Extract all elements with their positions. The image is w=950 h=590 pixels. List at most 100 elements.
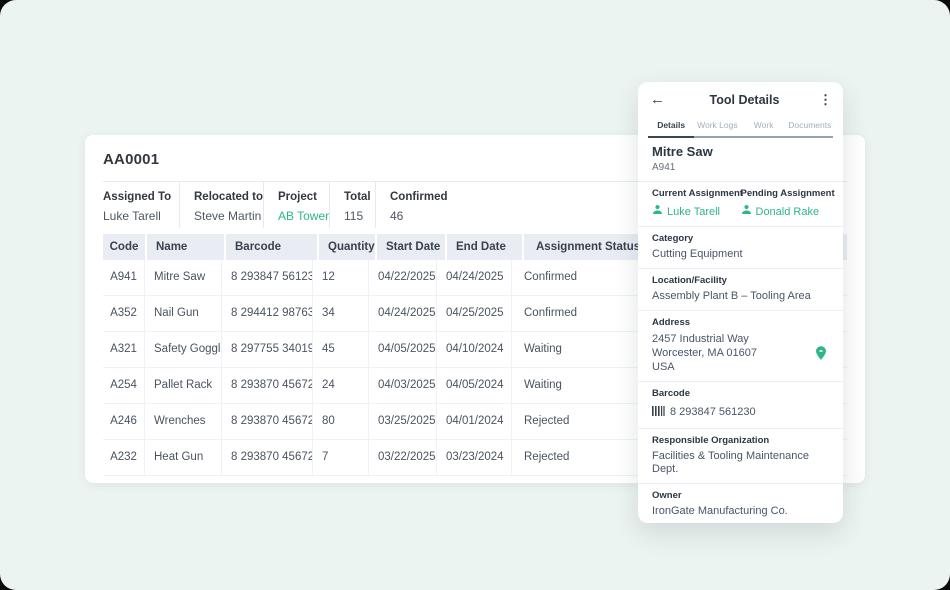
field-label: Owner [652, 490, 829, 502]
table-cell: 04/24/2025 [437, 260, 512, 295]
table-cell: A321 [103, 332, 145, 367]
panel-header: ← Tool Details ⋮ [638, 82, 843, 114]
field-address: Address 2457 Industrial WayWorcester, MA … [638, 311, 843, 382]
meta-field-4: Confirmed 46 [375, 182, 462, 228]
tab-work-logs[interactable]: Work Logs [694, 114, 740, 136]
meta-field-3: Total 115 [329, 182, 375, 228]
table-cell: A941 [103, 260, 145, 295]
column-header-quantity: Quantity [319, 234, 375, 260]
meta-value: Luke Tarell [103, 209, 165, 223]
column-header-name: Name [147, 234, 224, 260]
table-cell: 45 [313, 332, 369, 367]
field-label: Responsible Organization [652, 435, 829, 447]
meta-value[interactable]: AB Tower [278, 209, 315, 223]
address-line: USA [652, 360, 813, 374]
table-cell: 8 294412 987634 [222, 296, 313, 331]
assignments-section: Current Assignment Luke Tarell Pending Ass… [638, 182, 843, 227]
barcode-icon [652, 403, 665, 421]
table-cell: 8 297755 340192 [222, 332, 313, 367]
table-cell: Wrenches [145, 404, 222, 439]
table-cell: 8 293870 456721 [222, 404, 313, 439]
tab-documents[interactable]: Documents [787, 114, 833, 136]
table-cell: 04/24/2025 [369, 296, 437, 331]
meta-label: Project [278, 191, 315, 203]
table-cell: Pallet Rack [145, 368, 222, 403]
app-background: AA0001 Assigned ToLuke TarellRelocated t… [0, 0, 950, 590]
field-location-facility: Location/Facility Assembly Plant B – Tool… [638, 269, 843, 311]
meta-label: Relocated to [194, 191, 249, 203]
table-cell: 03/23/2024 [437, 440, 512, 475]
meta-label: Assigned To [103, 191, 165, 203]
barcode-row: 8 293847 561230 [652, 403, 829, 421]
assignment-column: Pending Assignment Donald Rake [741, 188, 830, 219]
table-cell: A352 [103, 296, 145, 331]
table-cell: 24 [313, 368, 369, 403]
table-cell: A232 [103, 440, 145, 475]
table-cell: 03/22/2025 [369, 440, 437, 475]
meta-label: Confirmed [390, 191, 448, 203]
tool-name-section: Mitre Saw A941 [638, 138, 843, 182]
assignment-label: Current Assignment [652, 188, 741, 200]
table-cell: 8 293870 456721 [222, 440, 313, 475]
panel-title: Tool Details [670, 93, 819, 107]
field-value: Facilities & Tooling Maintenance Dept. [652, 450, 829, 476]
table-cell: 8 293847 561230 [222, 260, 313, 295]
field-responsible-organization: Responsible Organization Facilities & Too… [638, 429, 843, 484]
detail-fields: Category Cutting Equipment Location/Facili… [638, 227, 843, 523]
table-cell: 80 [313, 404, 369, 439]
address-line: Worcester, MA 01607 [652, 346, 813, 360]
field-value: Assembly Plant B – Tooling Area [652, 290, 829, 303]
address-wrap: 2457 Industrial WayWorcester, MA 01607US… [652, 332, 829, 374]
barcode-value: 8 293847 561230 [670, 406, 756, 419]
assignment-column: Current Assignment Luke Tarell [652, 188, 741, 219]
table-cell: 03/25/2025 [369, 404, 437, 439]
field-label: Barcode [652, 388, 829, 400]
table-cell: 04/03/2025 [369, 368, 437, 403]
tool-code: A941 [652, 161, 829, 174]
column-header-barcode: Barcode [226, 234, 317, 260]
table-cell: Nail Gun [145, 296, 222, 331]
meta-field-1: Relocated toSteve Martin [179, 182, 263, 228]
person-icon [741, 204, 752, 219]
meta-field-2: Project AB Tower [263, 182, 329, 228]
person-icon [652, 204, 663, 219]
tool-name: Mitre Saw [652, 144, 829, 160]
assignments-grid: Current Assignment Luke Tarell Pending Ass… [652, 188, 829, 219]
column-header-code: Code [103, 234, 145, 260]
column-header-start-date: Start Date [377, 234, 445, 260]
meta-value: 46 [390, 209, 448, 223]
address-lines: 2457 Industrial WayWorcester, MA 01607US… [652, 332, 813, 374]
field-category: Category Cutting Equipment [638, 227, 843, 269]
tab-details[interactable]: Details [648, 114, 694, 136]
assignee-link[interactable]: Donald Rake [741, 204, 830, 219]
assignment-label: Pending Assignment [741, 188, 830, 200]
table-cell: 8 293870 456721 [222, 368, 313, 403]
table-cell: 34 [313, 296, 369, 331]
column-header-end-date: End Date [447, 234, 522, 260]
field-value: Cutting Equipment [652, 248, 829, 261]
table-cell: 12 [313, 260, 369, 295]
back-icon[interactable]: ← [650, 92, 670, 108]
assignee-link[interactable]: Luke Tarell [652, 204, 741, 219]
assignee-name: Luke Tarell [667, 205, 720, 219]
table-cell: 04/25/2025 [437, 296, 512, 331]
table-cell: Heat Gun [145, 440, 222, 475]
table-cell: 04/05/2025 [369, 332, 437, 367]
table-cell: 04/01/2024 [437, 404, 512, 439]
meta-value: 115 [344, 209, 361, 223]
field-label: Category [652, 233, 829, 245]
tab-work[interactable]: Work [741, 114, 787, 136]
tool-details-panel: ← Tool Details ⋮ DetailsWork LogsWorkDoc… [638, 82, 843, 523]
location-pin-icon[interactable] [813, 345, 829, 361]
table-cell: 04/10/2024 [437, 332, 512, 367]
meta-field-0: Assigned To Luke Tarell [103, 182, 179, 228]
table-cell: 7 [313, 440, 369, 475]
table-cell: Safety Goggles [145, 332, 222, 367]
field-owner: OwnerIronGate Manufacturing Co. [638, 484, 843, 523]
table-cell: A254 [103, 368, 145, 403]
meta-label: Total [344, 191, 361, 203]
field-label: Location/Facility [652, 275, 829, 287]
field-label: Address [652, 317, 829, 329]
panel-tabs: DetailsWork LogsWorkDocuments [648, 114, 833, 138]
kebab-menu-icon[interactable]: ⋮ [819, 93, 831, 107]
